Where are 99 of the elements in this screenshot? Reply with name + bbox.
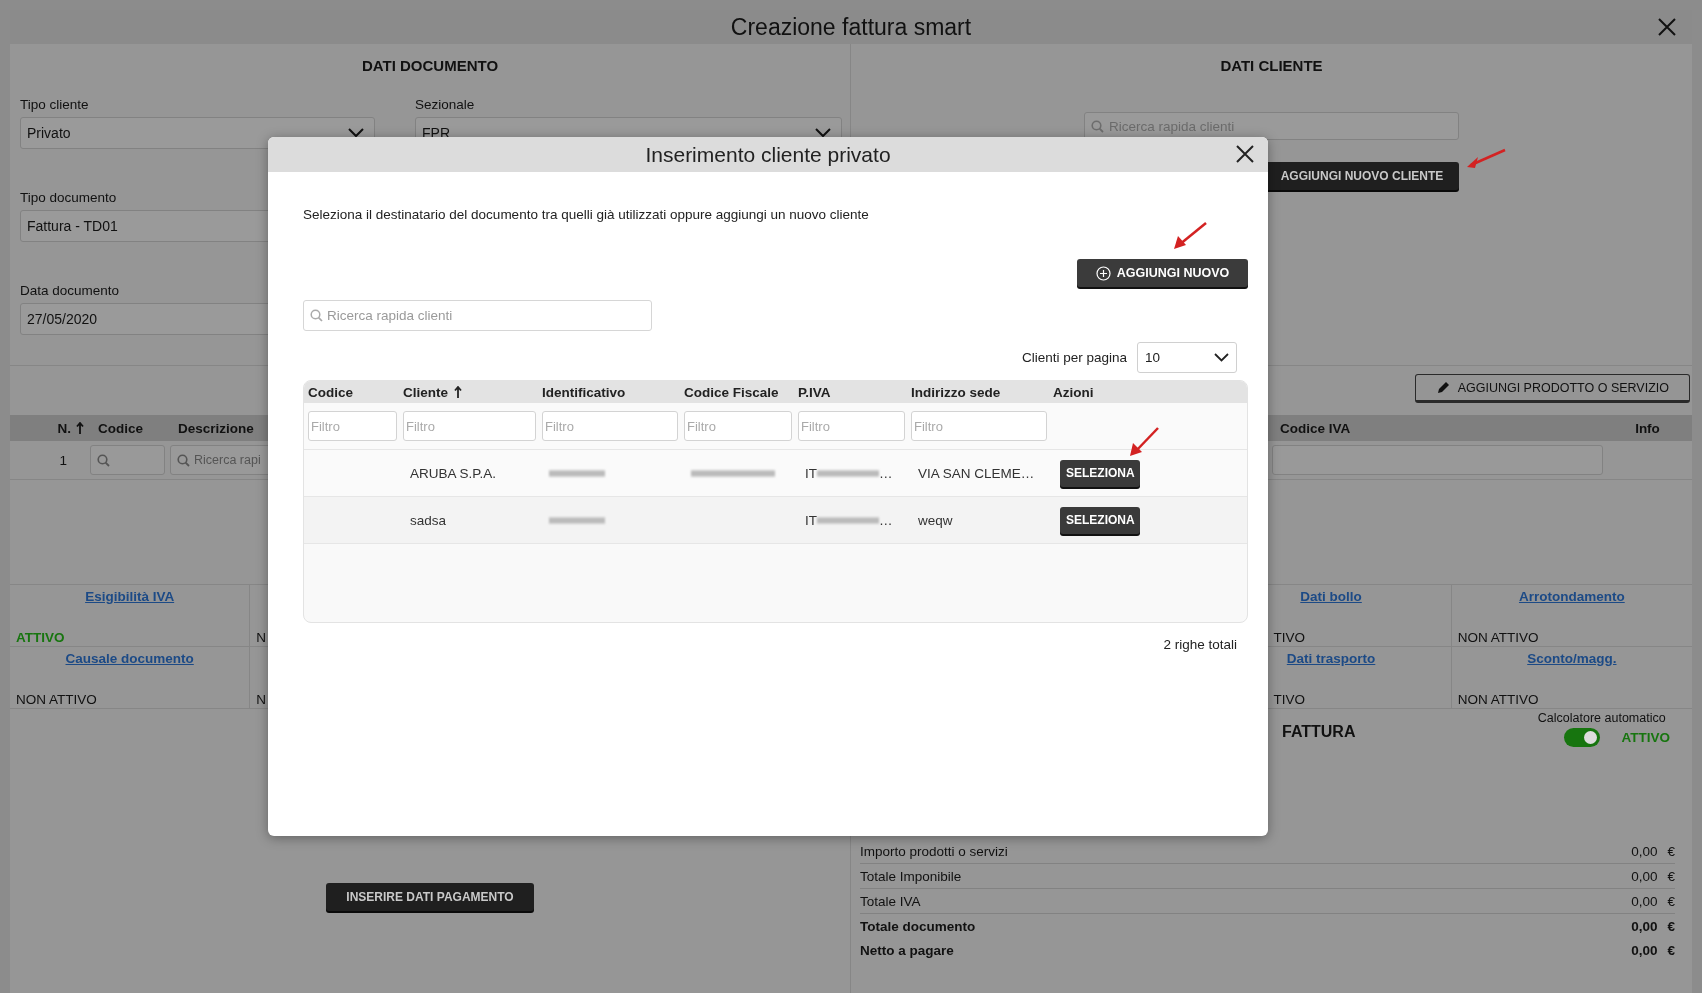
add-new-button[interactable]: AGGIUNGI NUOVO — [1077, 259, 1248, 287]
sort-arrow-icon — [76, 421, 84, 435]
select-button[interactable]: SELEZIONA — [1060, 459, 1140, 487]
summary-label: Netto a pagare — [860, 942, 954, 958]
blurred-value — [817, 516, 879, 524]
summary-value: 0,00 — [1631, 893, 1658, 909]
table-cell: VIA SAN CLEME… — [918, 465, 1035, 481]
chevron-down-icon — [1214, 353, 1229, 362]
section-heading: FATTURA — [1282, 723, 1356, 741]
currency-symbol: € — [1667, 843, 1675, 859]
currency-symbol: € — [1667, 893, 1675, 909]
toggle-status: ATTIVO — [1621, 730, 1670, 745]
sort-arrow-icon — [454, 385, 462, 399]
option-status: N — [256, 630, 267, 646]
add-client-button[interactable]: AGGIUNGI NUOVO CLIENTE — [1265, 162, 1459, 190]
arrow-icon — [1465, 148, 1507, 170]
row-number: 1 — [59, 452, 67, 468]
column-header[interactable]: Codice IVA — [1280, 420, 1351, 436]
option-link[interactable]: Dati trasporto — [1286, 651, 1376, 666]
payment-button[interactable]: INSERIRE DATI PAGAMENTO — [326, 883, 534, 911]
column-header[interactable]: Codice — [98, 420, 143, 436]
option-link[interactable]: Causale documento — [65, 651, 194, 666]
row-count: 2 righe totali — [1163, 637, 1237, 652]
ellipsis-text: … — [879, 512, 893, 528]
table-cell: ARUBA S.P.A. — [410, 465, 497, 481]
currency-symbol: € — [1667, 942, 1675, 958]
option-status: NON ATTIVO — [16, 692, 97, 708]
option-status: NON ATTIVO — [1457, 692, 1539, 708]
search-field[interactable]: Ricerca rapida clienti — [303, 300, 652, 331]
table-cell: IT — [805, 465, 817, 481]
column-header[interactable]: N. — [57, 420, 71, 436]
add-product-button[interactable]: AGGIUNGI PRODOTTO O SERVIZIO — [1414, 374, 1690, 403]
close-icon[interactable] — [1236, 145, 1254, 163]
option-status: ATTIVO — [16, 630, 65, 646]
column-header[interactable]: Codice — [308, 384, 353, 400]
option-link[interactable]: Dati bollo — [1300, 589, 1362, 604]
chevron-down-icon[interactable] — [815, 128, 831, 138]
toggle-switch[interactable] — [1563, 728, 1600, 747]
filter-field[interactable]: Filtro — [798, 411, 905, 441]
option-status: N — [256, 692, 267, 708]
option-link[interactable]: Sconto/magg. — [1527, 651, 1617, 666]
filter-field[interactable]: Filtro — [911, 411, 1047, 441]
search-icon — [177, 453, 190, 467]
field-label: Sezionale — [415, 97, 475, 113]
search-icon — [97, 453, 110, 467]
column-header[interactable]: Descrizione — [178, 420, 254, 436]
field-label: Tipo documento — [20, 190, 117, 206]
summary-label: Totale IVA — [860, 893, 921, 909]
column-header[interactable]: Info — [1635, 420, 1660, 436]
filter-field[interactable]: Filtro — [308, 411, 397, 441]
summary-value: 0,00 — [1631, 918, 1658, 934]
page-size-label: Clienti per pagina — [1021, 350, 1127, 365]
summary-label: Totale documento — [860, 918, 976, 934]
search-icon — [310, 309, 323, 322]
blurred-value — [549, 469, 605, 477]
column-header[interactable]: Identificativo — [542, 384, 626, 400]
column-header[interactable]: Codice Fiscale — [684, 384, 779, 400]
summary-value: 0,00 — [1631, 868, 1658, 884]
input-field[interactable] — [1272, 445, 1603, 475]
summary-label: Importo prodotti o servizi — [860, 843, 1008, 859]
window-title: Creazione fattura smart — [730, 13, 972, 41]
currency-symbol: € — [1667, 868, 1675, 884]
column-header[interactable]: Indirizzo sede — [911, 384, 1001, 400]
field-label: Data documento — [20, 283, 120, 299]
search-field[interactable] — [90, 445, 165, 475]
arrow-icon — [1128, 426, 1160, 458]
summary-label: Totale Imponibile — [860, 868, 962, 884]
select-button[interactable]: SELEZIONA — [1060, 506, 1140, 534]
page-size-select[interactable]: 10 — [1137, 342, 1237, 373]
table-cell: IT — [805, 512, 817, 528]
filter-field[interactable]: Filtro — [542, 411, 678, 441]
ellipsis-text: … — [879, 465, 893, 481]
option-link[interactable]: Arrotondamento — [1518, 589, 1625, 604]
column-header[interactable]: P.IVA — [798, 384, 831, 400]
blurred-value — [549, 516, 605, 524]
column-header[interactable]: Cliente — [403, 384, 448, 400]
option-link[interactable]: Esigibilità IVA — [85, 589, 175, 604]
option-status: TIVO — [1273, 630, 1305, 646]
table-cell: weqw — [918, 512, 953, 528]
summary-value: 0,00 — [1631, 942, 1658, 958]
chevron-down-icon[interactable] — [348, 128, 364, 138]
currency-symbol: € — [1667, 918, 1675, 934]
option-status: TIVO — [1273, 692, 1305, 708]
search-icon — [1091, 119, 1104, 133]
plus-circle-icon — [1095, 265, 1111, 281]
column-header[interactable]: Azioni — [1053, 384, 1094, 400]
close-icon[interactable] — [1658, 18, 1676, 36]
option-status: NON ATTIVO — [1457, 630, 1539, 646]
blurred-value — [817, 469, 879, 477]
toggle-label: Calcolatore automatico — [1537, 711, 1666, 725]
field-label: Tipo cliente — [20, 97, 89, 113]
summary-value: 0,00 — [1631, 843, 1658, 859]
table-cell: sadsa — [410, 512, 447, 528]
section-heading: DATI CLIENTE — [1219, 56, 1324, 75]
arrow-icon — [1172, 221, 1208, 251]
filter-field[interactable]: Filtro — [684, 411, 792, 441]
pencil-icon — [1435, 380, 1450, 395]
filter-field[interactable]: Filtro — [403, 411, 536, 441]
section-heading: DATI DOCUMENTO — [360, 56, 500, 75]
